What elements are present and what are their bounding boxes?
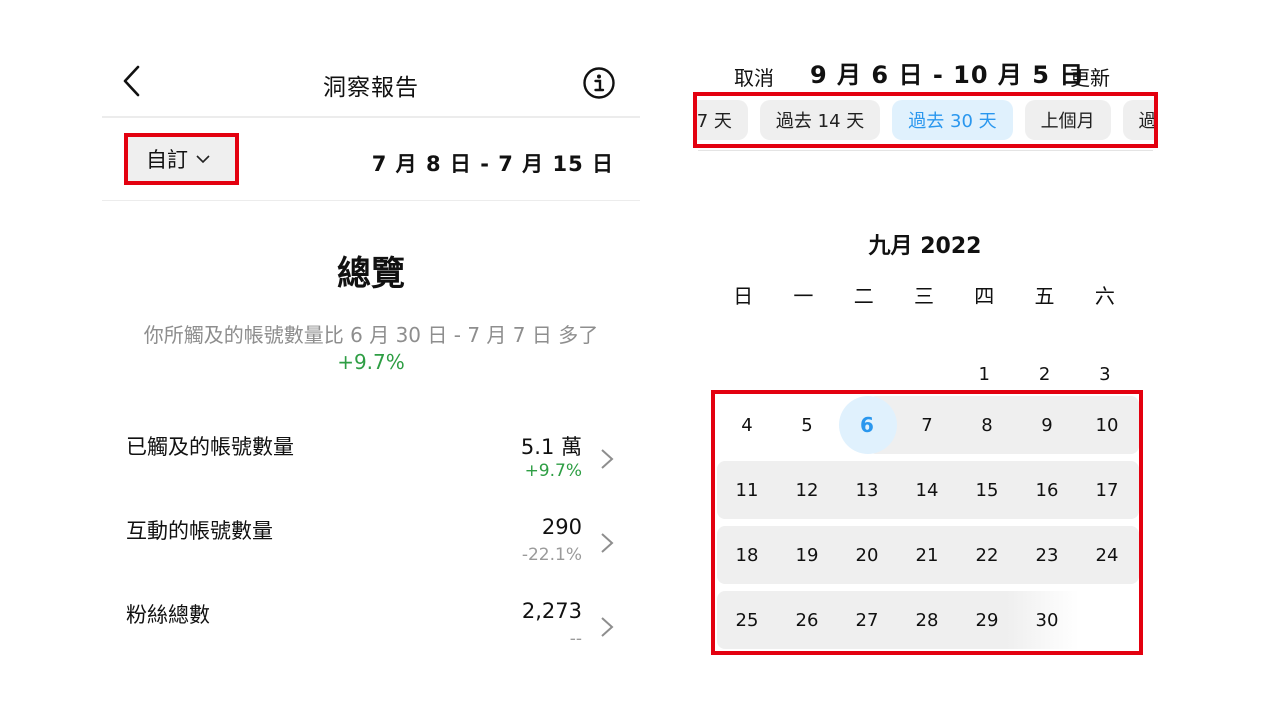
calendar-day[interactable]: 9: [1017, 396, 1077, 454]
calendar-day[interactable]: 5: [777, 396, 837, 454]
calendar-day[interactable]: 22: [957, 526, 1017, 584]
metric-change: -22.1%: [521, 545, 582, 565]
weekday-label: 二: [853, 284, 874, 308]
preset-chip[interactable]: 上個月: [1024, 100, 1111, 140]
date-filter-row: 自訂 7 月 8 日 - 7 月 15 日: [102, 118, 640, 200]
overview-heading: 總覽: [337, 254, 405, 294]
date-preset-dropdown[interactable]: 自訂: [124, 133, 239, 185]
calendar-day[interactable]: 19: [777, 526, 837, 584]
metric-label: 已觸及的帳號數量: [126, 435, 294, 459]
date-preset-label: 自訂: [146, 148, 188, 172]
page-title: 洞察報告: [323, 75, 419, 101]
calendar-empty-cell: [1077, 591, 1137, 649]
nav-bar: 洞察報告: [102, 40, 640, 116]
metric-change: --: [569, 629, 582, 649]
chevron-right-icon: [601, 617, 614, 637]
weekday-label: 五: [1034, 284, 1055, 308]
weekday-label: 三: [913, 284, 934, 308]
calendar-day[interactable]: 21: [897, 526, 957, 584]
calendar-day[interactable]: 15: [957, 461, 1017, 519]
preset-chip[interactable]: 過去 14 天: [759, 100, 881, 140]
metric-row-accounts-engaged[interactable]: 互動的帳號數量 290 -22.1%: [102, 509, 640, 593]
weekday-label: 六: [1094, 284, 1115, 308]
screenshot-stage: 洞察報告 自訂 7 月 8 日 - 7 月 15 日 總覽 你所觸及的帳號數量比…: [0, 0, 1280, 720]
calendar-day[interactable]: 14: [897, 461, 957, 519]
metric-value: 290: [541, 515, 582, 539]
divider: [102, 200, 640, 201]
calendar-day[interactable]: 13: [837, 461, 897, 519]
calendar-day[interactable]: 27: [837, 591, 897, 649]
calendar-week-row: 18 19 20 21 22 23 24: [717, 526, 1140, 584]
weekday-header: 日一二三四五六: [713, 280, 1135, 309]
divider: [698, 150, 1153, 151]
weekday-label: 日: [733, 284, 754, 308]
calendar-day[interactable]: 30: [1017, 591, 1077, 649]
overview-summary-text: 你所觸及的帳號數量比 6 月 30 日 - 7 月 7 日 多了: [143, 323, 599, 347]
metric-change: +9.7%: [524, 461, 582, 481]
metric-value: 5.1 萬: [520, 435, 582, 459]
calendar-week-row: 11 12 13 14 15 16 17: [717, 461, 1140, 519]
info-button[interactable]: [582, 66, 616, 100]
preset-chips-track: 過去 7 天過去 14 天過去 30 天上個月過去 90 天: [697, 100, 1154, 140]
preset-chip[interactable]: 過去 90 天: [1122, 100, 1154, 140]
preset-chip[interactable]: 過去 30 天: [892, 100, 1013, 140]
calendar-day-selected[interactable]: 6: [837, 396, 897, 454]
selected-range-highlight: 4 5 6 7 8 9 10 11 12 13 14 15 16 17 18 19 20 21 22 23 24 25 26…: [711, 390, 1143, 655]
date-picker-panel: 取消 9 月 6 日 - 10 月 5 日 更新 過去 7 天過去 14 天過去…: [690, 40, 1160, 680]
calendar-day[interactable]: 28: [897, 591, 957, 649]
calendar-day[interactable]: 7: [897, 396, 957, 454]
insights-panel: 洞察報告 自訂 7 月 8 日 - 7 月 15 日 總覽 你所觸及的帳號數量比…: [102, 40, 640, 680]
metric-value: 2,273: [521, 599, 582, 623]
weekday-label: 一: [793, 284, 814, 308]
calendar-day[interactable]: 23: [1017, 526, 1077, 584]
calendar-week-row: 4 5 6 7 8 9 10: [717, 396, 1140, 454]
calendar-day[interactable]: 11: [717, 461, 777, 519]
overview-summary: 你所觸及的帳號數量比 6 月 30 日 - 7 月 7 日 多了 +9.7%: [142, 322, 600, 376]
weekday-label: 四: [974, 284, 995, 308]
calendar-week-row: 25 26 27 28 29 30: [717, 591, 1137, 649]
calendar-day[interactable]: 24: [1077, 526, 1137, 584]
metrics-list: 已觸及的帳號數量 5.1 萬 +9.7% 互動的帳號數量 290 -22.1% …: [102, 425, 640, 677]
calendar-day[interactable]: 16: [1017, 461, 1077, 519]
calendar-day[interactable]: 10: [1077, 396, 1137, 454]
chevron-right-icon: [601, 449, 614, 469]
metric-row-total-followers[interactable]: 粉絲總數 2,273 --: [102, 593, 640, 677]
metric-row-accounts-reached[interactable]: 已觸及的帳號數量 5.1 萬 +9.7%: [102, 425, 640, 509]
calendar-month-title: 九月 2022: [868, 234, 982, 259]
calendar-day[interactable]: 25: [717, 591, 777, 649]
calendar-day[interactable]: 12: [777, 461, 837, 519]
calendar-day[interactable]: 8: [957, 396, 1017, 454]
calendar-day[interactable]: 20: [837, 526, 897, 584]
picker-header: 取消 9 月 6 日 - 10 月 5 日 更新: [690, 40, 1160, 90]
overview-summary-change: +9.7%: [337, 350, 405, 374]
preset-chip[interactable]: 過去 7 天: [697, 100, 748, 140]
info-circle-icon: [583, 67, 615, 99]
calendar-day[interactable]: 26: [777, 591, 837, 649]
chevron-right-icon: [601, 533, 614, 553]
cancel-button[interactable]: 取消: [734, 62, 774, 91]
chevron-down-icon: [196, 155, 210, 164]
calendar-day[interactable]: 4: [717, 396, 777, 454]
calendar-range-weeks: 4 5 6 7 8 9 10 11 12 13 14 15 16 17 18 19 20 21 22 23 24 25 26…: [717, 396, 1140, 656]
metric-label: 粉絲總數: [126, 603, 210, 627]
metric-label: 互動的帳號數量: [126, 519, 273, 543]
picker-range-title: 9 月 6 日 - 10 月 5 日: [810, 61, 1085, 89]
preset-chips-scroller[interactable]: 過去 7 天過去 14 天過去 30 天上個月過去 90 天: [693, 92, 1158, 148]
update-button[interactable]: 更新: [1070, 62, 1110, 91]
calendar-day[interactable]: 29: [957, 591, 1017, 649]
calendar-day[interactable]: 17: [1077, 461, 1137, 519]
selected-date-range: 7 月 8 日 - 7 月 15 日: [371, 152, 614, 176]
calendar-day[interactable]: 18: [717, 526, 777, 584]
